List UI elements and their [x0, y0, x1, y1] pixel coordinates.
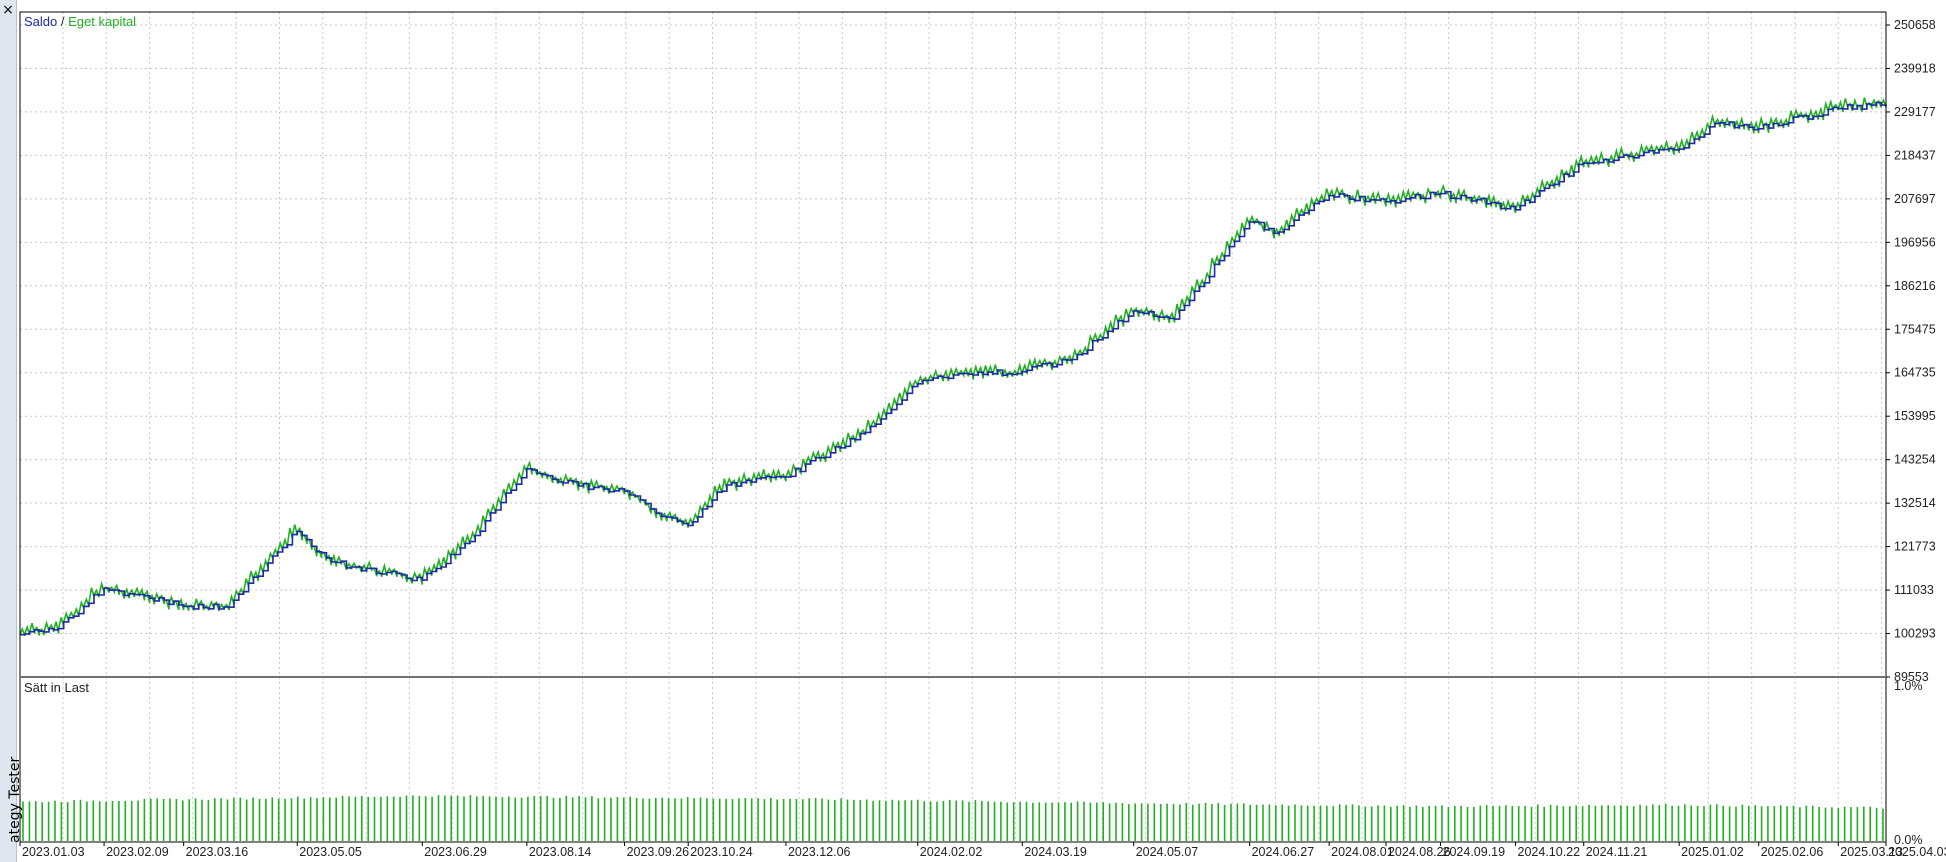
y-tick-label: 100293: [1894, 627, 1936, 641]
y-tick-label: 239918: [1894, 61, 1936, 75]
x-tick-label: 2023.06.29: [424, 845, 487, 859]
x-tick-label: 2025.04.03: [1888, 845, 1946, 859]
y-tick-label: 250658: [1894, 18, 1936, 32]
x-tick-label: 2025.01.02: [1681, 845, 1744, 859]
balance-line: [20, 101, 1887, 636]
y-tick-label: 132514: [1894, 496, 1936, 510]
y-tick-label: 111033: [1894, 583, 1934, 597]
y-tick-label: 229177: [1894, 105, 1936, 119]
strategy-tester-graph: 250658 239918 229177 218437 207697 196956 1862…: [19, 11, 1946, 859]
y-tick-label: 143254: [1894, 453, 1936, 467]
y-tick-label: 196956: [1894, 235, 1936, 249]
y-tick-label: 186216: [1894, 279, 1936, 293]
y-tick-label: 164735: [1894, 366, 1936, 380]
x-tick-label: 2024.02.02: [920, 845, 983, 859]
chart-legend: Saldo / Eget kapital: [24, 14, 136, 29]
bottom-y-axis-labels: 1.0%0.0%: [1894, 679, 1923, 847]
x-tick-label: 2024.08.26: [1388, 845, 1451, 859]
x-tick-label: 2024.03.19: [1024, 845, 1087, 859]
main-grid: [20, 12, 1886, 677]
bottom-y-tick-label: 1.0%: [1894, 679, 1923, 693]
y-tick-label: 218437: [1894, 148, 1936, 162]
y-tick-label: 175475: [1894, 322, 1936, 336]
x-tick-label: 2023.12.06: [788, 845, 851, 859]
legend-equity: Eget kapital: [68, 14, 136, 29]
x-tick-label: 2023.01.03: [22, 845, 85, 859]
balance-series: [20, 101, 1887, 636]
legend-balance: Saldo: [24, 14, 57, 29]
x-tick-label: 2024.06.27: [1252, 845, 1315, 859]
x-tick-label: 2023.08.14: [529, 845, 592, 859]
x-tick-label: 2024.09.19: [1443, 845, 1506, 859]
y-axis-labels: 250658 239918 229177 218437 207697 196956 1862…: [1886, 18, 1936, 684]
load-bars: [22, 795, 1884, 841]
x-tick-label: 2023.03.16: [186, 845, 249, 859]
y-tick-label: 121773: [1894, 540, 1936, 554]
bottom-plot-frame: [19, 676, 1887, 843]
equity-series: [19, 97, 1887, 637]
x-tick-label: 2024.11.21: [1586, 845, 1648, 859]
x-tick-label: 2024.10.22: [1518, 845, 1581, 859]
x-tick-label: 2023.02.09: [106, 845, 169, 859]
x-tick-label: 2023.09.26: [627, 845, 690, 859]
x-tick-label: 2023.10.24: [690, 845, 753, 859]
equity-line: [19, 97, 1887, 637]
y-tick-label: 153995: [1894, 409, 1936, 423]
x-tick-label: 2024.05.07: [1136, 845, 1199, 859]
x-tick-label: 2024.08.01: [1331, 845, 1394, 859]
y-tick-label: 207697: [1894, 192, 1936, 206]
chart-frames: [19, 11, 1887, 843]
x-tick-label: 2025.02.06: [1761, 845, 1824, 859]
x-tick-label: 2023.05.05: [299, 845, 362, 859]
bottom-panel-title: Sätt in Last: [24, 680, 89, 695]
legend-separator: /: [61, 14, 65, 29]
x-axis-labels: 2023.01.03 2023.02.09 2023.03.16 2023.05.05…: [19, 842, 1946, 859]
